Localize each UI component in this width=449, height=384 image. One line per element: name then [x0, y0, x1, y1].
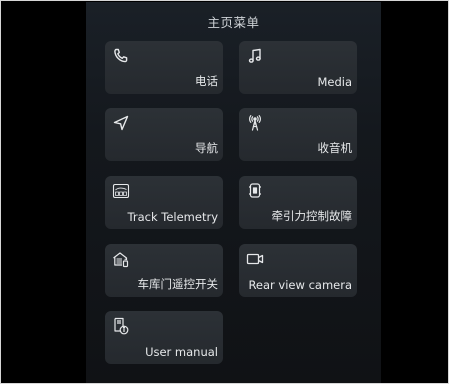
menu-tile-rear-camera[interactable]: Rear view camera — [239, 244, 357, 297]
traction-control-icon — [246, 182, 264, 200]
menu-tile-label: 导航 — [195, 141, 218, 155]
radio-antenna-icon — [246, 114, 264, 132]
menu-tile-phone[interactable]: 电话 — [105, 41, 223, 94]
menu-tile-traction-control[interactable]: 牵引力控制故障 — [239, 176, 357, 229]
menu-tile-radio[interactable]: 收音机 — [239, 108, 357, 161]
garage-door-remote-icon — [112, 250, 130, 268]
menu-tile-user-manual[interactable]: User manual — [105, 311, 223, 364]
phone-icon — [112, 47, 130, 65]
navigation-arrow-icon — [112, 114, 130, 132]
menu-tile-garage-door[interactable]: 车库门遥控开关 — [105, 244, 223, 297]
menu-tile-label: 收音机 — [317, 141, 353, 155]
user-manual-icon — [112, 317, 130, 335]
menu-tile-label: User manual — [145, 345, 218, 359]
telemetry-gauge-icon — [112, 182, 130, 200]
home-menu-panel: 主页菜单 电话 Media 导航 收音机 Track Telemetry 牵引力… — [86, 2, 381, 383]
menu-tile-track-telemetry[interactable]: Track Telemetry — [105, 176, 223, 229]
menu-tile-label: Rear view camera — [248, 278, 352, 292]
menu-tile-label: 牵引力控制故障 — [271, 209, 353, 223]
menu-tile-label: 车库门遥控开关 — [137, 277, 219, 291]
screen-frame: 主页菜单 电话 Media 导航 收音机 Track Telemetry 牵引力… — [0, 0, 449, 384]
menu-title: 主页菜单 — [207, 15, 260, 30]
menu-tile-navigation[interactable]: 导航 — [105, 108, 223, 161]
menu-tile-label: 电话 — [195, 74, 218, 88]
menu-tile-media[interactable]: Media — [239, 41, 357, 94]
menu-tile-label: Track Telemetry — [127, 210, 218, 224]
camera-icon — [246, 250, 264, 268]
menu-tile-label: Media — [317, 75, 352, 89]
music-note-icon — [246, 47, 264, 65]
